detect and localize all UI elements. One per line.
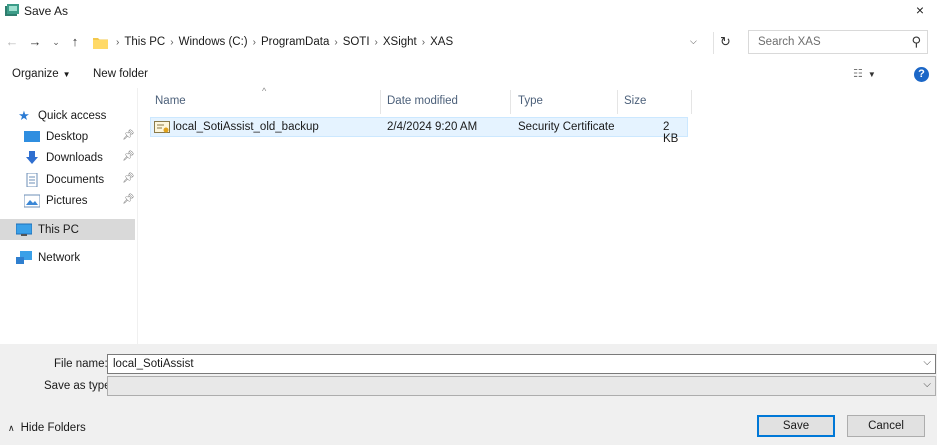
close-icon[interactable]: × <box>909 0 931 22</box>
help-icon[interactable]: ? <box>914 67 929 82</box>
save-as-type-select[interactable]: ⌵ <box>107 376 936 396</box>
sidebar-item-pictures[interactable]: Pictures 📌︎ <box>0 190 135 211</box>
pin-icon[interactable]: 📌︎ <box>122 151 135 162</box>
folder-icon <box>93 37 108 49</box>
pictures-icon <box>24 194 40 207</box>
title-bar: Save As × <box>0 0 937 22</box>
sidebar-item-quick-access[interactable]: ★ Quick access <box>16 105 151 126</box>
breadcrumb-separator[interactable]: › <box>170 37 173 48</box>
sidebar-item-label: Quick access <box>38 109 107 122</box>
column-divider[interactable] <box>617 90 618 114</box>
sidebar-item-label: Desktop <box>46 130 89 143</box>
column-header-type[interactable]: Type <box>518 95 543 107</box>
navigation-pane: ★ Quick access Desktop 📌︎ Downloads 📌︎ D… <box>0 88 138 344</box>
search-placeholder: Search XAS <box>758 36 821 48</box>
sidebar-item-label: Downloads <box>46 151 103 164</box>
file-size: 2 KB <box>663 121 679 145</box>
address-bar[interactable]: › This PC › Windows (C:) › ProgramData ›… <box>90 30 740 54</box>
documents-icon <box>26 172 38 187</box>
view-details-icon: ☷ <box>853 68 863 80</box>
search-input[interactable]: Search XAS ⚲ <box>748 30 928 54</box>
pin-icon[interactable]: 📌︎ <box>122 130 135 141</box>
file-type: Security Certificate <box>518 121 615 133</box>
sidebar-item-label: Network <box>38 251 81 264</box>
chevron-up-icon: ∧ <box>8 423 15 433</box>
window-title: Save As <box>24 4 69 18</box>
breadcrumb-programdata[interactable]: ProgramData <box>261 36 329 48</box>
command-toolbar: Organize ▼ New folder ☷ ▼ ? <box>0 64 937 86</box>
sidebar-item-documents[interactable]: Documents 📌︎ <box>0 169 135 190</box>
search-icon: ⚲ <box>911 34 921 49</box>
new-folder-button[interactable]: New folder <box>93 68 148 80</box>
breadcrumb-xas[interactable]: XAS <box>430 36 453 48</box>
pin-icon[interactable]: 📌︎ <box>122 194 135 205</box>
network-icon <box>16 250 32 264</box>
save-as-type-label: Save as type: <box>44 380 114 392</box>
certificate-icon <box>154 121 170 133</box>
sidebar-item-label: This PC <box>38 223 79 236</box>
cancel-button[interactable]: Cancel <box>847 415 925 437</box>
file-name-field[interactable]: local_SotiAssist ⌵ <box>107 354 936 374</box>
hide-folders-label: Hide Folders <box>20 422 86 434</box>
column-header-row: Name Date modified Type Size <box>150 90 692 114</box>
breadcrumb-separator[interactable]: › <box>253 37 256 48</box>
column-divider[interactable] <box>691 90 692 114</box>
file-name-value: local_SotiAssist <box>113 358 194 370</box>
breadcrumb-windows-c[interactable]: Windows (C:) <box>179 36 248 48</box>
breadcrumb-xsight[interactable]: XSight <box>383 36 417 48</box>
refresh-icon[interactable]: ↻ <box>713 32 737 54</box>
column-divider[interactable] <box>380 90 381 114</box>
sidebar-item-desktop[interactable]: Desktop 📌︎ <box>0 126 135 147</box>
breadcrumb-separator[interactable]: › <box>375 37 378 48</box>
chevron-down-icon: ▼ <box>867 70 876 79</box>
recent-locations-chevron-icon[interactable]: ⌄ <box>51 34 61 50</box>
chevron-down-icon[interactable]: ⌵ <box>923 357 931 368</box>
breadcrumb-this-pc[interactable]: This PC <box>124 36 165 48</box>
column-header-size[interactable]: Size <box>624 95 646 107</box>
breadcrumb-separator[interactable]: › <box>422 37 425 48</box>
breadcrumb-soti[interactable]: SOTI <box>343 36 370 48</box>
back-arrow-icon[interactable]: ← <box>4 34 20 50</box>
up-arrow-icon[interactable]: ↑ <box>67 34 83 50</box>
sidebar-item-downloads[interactable]: Downloads 📌︎ <box>0 147 135 168</box>
pin-icon[interactable]: 📌︎ <box>122 173 135 184</box>
file-name: local_SotiAssist_old_backup <box>173 121 319 133</box>
organize-label: Organize <box>12 68 59 80</box>
column-header-name[interactable]: Name <box>155 95 186 107</box>
computer-icon <box>16 223 32 236</box>
app-icon <box>5 4 19 16</box>
star-icon: ★ <box>18 107 30 123</box>
hide-folders-button[interactable]: ∧ Hide Folders <box>8 422 86 434</box>
file-date-modified: 2/4/2024 9:20 AM <box>387 121 478 133</box>
save-options-panel: File name: local_SotiAssist ⌵ Save as ty… <box>0 344 937 445</box>
file-row[interactable]: local_SotiAssist_old_backup 2/4/2024 9:2… <box>150 117 688 145</box>
sidebar-item-label: Documents <box>46 173 105 186</box>
view-options-button[interactable]: ☷ ▼ <box>853 67 876 80</box>
sidebar-item-this-pc[interactable]: This PC <box>0 219 135 240</box>
address-dropdown-icon[interactable]: ⌵ <box>690 36 697 47</box>
sidebar-item-network[interactable]: Network <box>0 247 135 268</box>
chevron-down-icon[interactable]: ⌵ <box>923 379 931 390</box>
downloads-icon <box>26 150 38 164</box>
forward-arrow-icon[interactable]: → <box>27 34 43 50</box>
chevron-down-icon: ▼ <box>62 70 71 79</box>
breadcrumb-separator[interactable]: › <box>334 37 337 48</box>
desktop-icon <box>24 130 40 142</box>
save-button[interactable]: Save <box>757 415 835 437</box>
column-header-date-modified[interactable]: Date modified <box>387 95 458 107</box>
breadcrumb-separator: › <box>116 36 120 48</box>
file-name-label: File name: <box>54 358 108 370</box>
organize-button[interactable]: Organize ▼ <box>12 68 71 80</box>
sidebar-item-label: Pictures <box>46 194 88 207</box>
navigation-bar: ← → ⌄ ↑ › This PC › Windows (C:) › Progr… <box>0 28 937 58</box>
column-divider[interactable] <box>510 90 511 114</box>
